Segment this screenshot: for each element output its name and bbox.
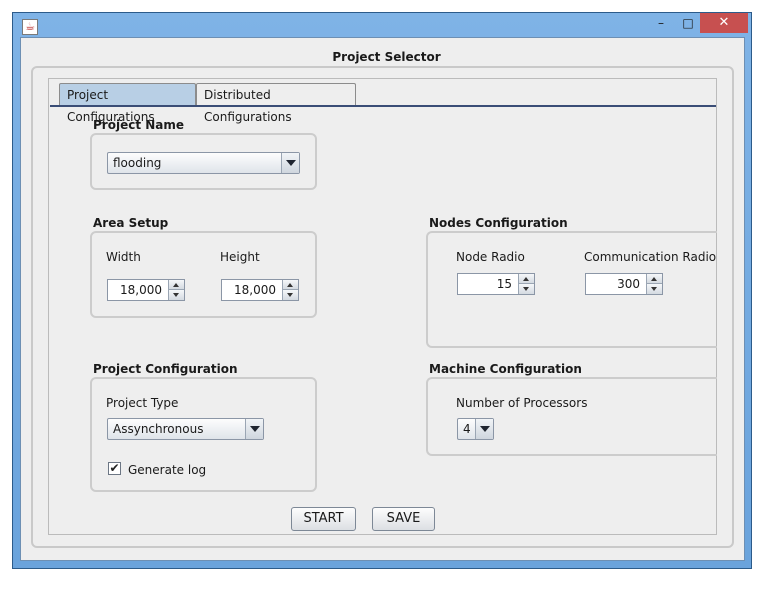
nodes-configuration-title: Nodes Configuration — [429, 216, 568, 230]
spinner-down-icon[interactable] — [168, 290, 184, 300]
width-spinner[interactable]: 18,000 — [107, 279, 185, 301]
spinner-down-icon[interactable] — [518, 284, 534, 294]
spinner-up-icon[interactable] — [518, 274, 534, 284]
node-radio-spinner[interactable]: 15 — [457, 273, 535, 295]
project-name-select[interactable]: flooding — [107, 152, 300, 174]
tab-project-configurations[interactable]: Project Configurations — [59, 83, 196, 124]
project-name-value: flooding — [113, 156, 162, 170]
save-button[interactable]: SAVE — [372, 507, 435, 531]
area-setup-title: Area Setup — [93, 216, 169, 230]
spinner-up-icon[interactable] — [282, 280, 298, 290]
node-radio-label: Node Radio — [456, 250, 525, 264]
spinner-down-icon[interactable] — [282, 290, 298, 300]
tab-underline — [50, 105, 716, 107]
project-type-select[interactable]: Assynchronous — [107, 418, 264, 440]
width-value: 18,000 — [120, 283, 162, 297]
communication-radio-label: Communication Radio — [584, 250, 717, 264]
width-label: Width — [106, 250, 141, 264]
project-type-value: Assynchronous — [113, 422, 204, 436]
project-configuration-title: Project Configuration — [93, 362, 238, 376]
minimize-button[interactable]: – — [647, 13, 675, 33]
processors-value: 4 — [463, 422, 471, 436]
communication-radio-spinner[interactable]: 300 — [585, 273, 663, 295]
chevron-down-icon[interactable] — [281, 153, 299, 173]
chevron-down-icon[interactable] — [245, 419, 263, 439]
height-label: Height — [220, 250, 260, 264]
spinner-up-icon[interactable] — [646, 274, 662, 284]
spinner-down-icon[interactable] — [646, 284, 662, 294]
height-spinner[interactable]: 18,000 — [221, 279, 299, 301]
communication-radio-value: 300 — [617, 277, 640, 291]
processors-label: Number of Processors — [456, 396, 588, 410]
project-type-label: Project Type — [106, 396, 179, 410]
project-name-title: Project Name — [93, 118, 185, 132]
tab-distributed-configurations[interactable]: Distributed Configurations — [196, 83, 356, 124]
java-icon[interactable]: ☕ — [22, 19, 38, 35]
page-title: Project Selector — [332, 50, 441, 64]
spinner-up-icon[interactable] — [168, 280, 184, 290]
start-button[interactable]: START — [291, 507, 356, 531]
close-button[interactable]: ✕ — [700, 13, 748, 33]
area-setup-group — [90, 231, 317, 318]
machine-configuration-title: Machine Configuration — [429, 362, 582, 376]
node-radio-value: 15 — [496, 277, 512, 291]
generate-log-label: Generate log — [128, 463, 207, 477]
chevron-down-icon[interactable] — [475, 419, 493, 439]
machine-configuration-group — [426, 377, 717, 456]
height-value: 18,000 — [234, 283, 276, 297]
maximize-button[interactable]: □ — [674, 13, 702, 33]
processors-select[interactable]: 4 — [457, 418, 494, 440]
generate-log-checkbox[interactable]: ✔ — [108, 462, 121, 475]
